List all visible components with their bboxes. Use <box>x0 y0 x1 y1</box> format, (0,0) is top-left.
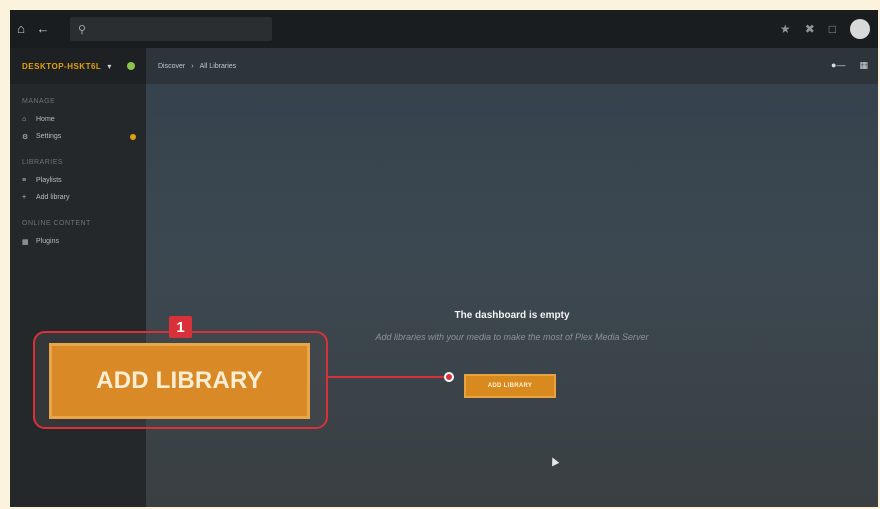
topbar-right-icons: ★ ✖ □ <box>780 10 870 48</box>
view-controls: ●— ▦ <box>831 60 868 71</box>
cast-icon[interactable]: □ <box>829 22 836 36</box>
grid-icon: ▦ <box>22 238 29 246</box>
section-title-online-content: Online content <box>22 220 91 227</box>
sidebar-item-playlists[interactable]: ≡ Playlists <box>10 172 146 189</box>
callout-connector-line <box>328 376 448 378</box>
sidebar-item-label: Plugins <box>36 238 59 245</box>
home-icon[interactable]: ⌂ <box>10 10 32 48</box>
breadcrumb-separator: › <box>191 62 194 70</box>
section-title-manage: Manage <box>22 98 56 105</box>
brightness-icon[interactable]: ●— <box>831 60 845 71</box>
activity-icon[interactable]: ★ <box>780 22 791 36</box>
main-content: Discover › All Libraries ●— ▦ The dashbo… <box>146 48 878 507</box>
top-bar: ⌂ ← ⚲ ★ ✖ □ <box>10 10 878 48</box>
callout-add-library-zoom: ADD LIBRARY <box>49 343 310 419</box>
breadcrumb-all-libraries[interactable]: All Libraries <box>200 63 237 70</box>
sidebar-item-label: Settings <box>36 133 62 140</box>
server-name: DESKTOP-HSKT6L <box>22 61 102 71</box>
server-selector[interactable]: DESKTOP-HSKT6L ▾ <box>10 48 146 84</box>
playlist-icon: ≡ <box>22 177 27 184</box>
home-icon: ⌂ <box>22 116 27 123</box>
step-number-badge: 1 <box>169 316 192 338</box>
chevron-down-icon: ▾ <box>107 61 112 71</box>
sidebar: DESKTOP-HSKT6L ▾ Manage ⌂ Home ⚙ Setting… <box>10 48 146 507</box>
section-title-libraries: Libraries <box>22 159 64 166</box>
empty-state-title: The dashboard is empty <box>454 310 570 321</box>
add-library-button[interactable]: ADD LIBRARY <box>464 374 556 398</box>
plus-icon: + <box>22 194 27 201</box>
arrow-left-icon[interactable]: ← <box>32 10 54 48</box>
sidebar-item-label: Add library <box>36 194 70 201</box>
sidebar-item-home[interactable]: ⌂ Home <box>10 111 146 128</box>
sidebar-item-settings[interactable]: ⚙ Settings <box>10 128 146 145</box>
tools-icon[interactable]: ✖ <box>805 22 815 36</box>
breadcrumb-discover[interactable]: Discover <box>158 63 185 70</box>
callout-connector-dot <box>444 372 454 382</box>
user-avatar[interactable] <box>850 19 870 39</box>
warning-badge-icon <box>130 133 136 140</box>
server-status-icon <box>127 62 136 70</box>
sidebar-item-add-library[interactable]: + Add library <box>10 189 146 206</box>
sidebar-item-plugins[interactable]: ▦ Plugins <box>10 233 146 250</box>
sidebar-item-label: Playlists <box>36 177 62 184</box>
grid-view-icon[interactable]: ▦ <box>859 60 868 71</box>
search-icon: ⚲ <box>78 23 87 36</box>
app-window: ⌂ ← ⚲ ★ ✖ □ DESKTOP-HSKT6L ▾ Manage ⌂ Ho… <box>10 10 878 507</box>
breadcrumb: Discover › All Libraries ●— ▦ <box>146 48 878 84</box>
search-input[interactable]: ⚲ <box>70 17 272 41</box>
settings-icon: ⚙ <box>22 133 29 141</box>
sidebar-item-label: Home <box>36 116 55 123</box>
